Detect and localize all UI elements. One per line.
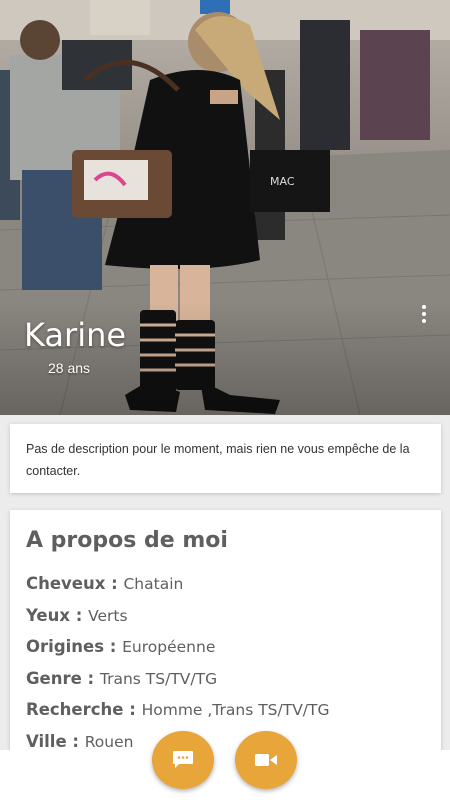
about-row-seeking: Recherche : Homme ,Trans TS/TV/TG [26,695,425,727]
about-key: Recherche [26,700,124,719]
about-value: Rouen [84,732,134,751]
separator: : [104,637,123,656]
separator: : [66,731,85,751]
dot [422,312,426,316]
chat-button[interactable] [152,731,214,789]
separator: : [81,668,100,688]
more-vertical-icon[interactable] [414,302,434,326]
profile-photo: MAC Karine 28 ans [0,0,450,415]
about-value: Européenne [122,638,216,656]
about-key: Genre [26,668,82,688]
profile-age: 28 ans [48,360,91,376]
about-key: Ville [26,731,67,751]
about-value: Homme ,Trans TS/TV/TG [141,701,330,719]
video-call-button[interactable] [235,731,297,789]
about-row-origins: Origines : Européenne [26,632,425,664]
about-value: Trans TS/TV/TG [99,669,218,688]
dot [422,305,426,309]
dot [422,319,426,323]
about-row-hair: Cheveux : Chatain [26,569,425,601]
about-value: Chatain [123,575,184,593]
bag-text: MAC [270,175,295,188]
profile-name: Karine [24,316,127,354]
about-key: Cheveux [26,574,106,593]
separator: : [70,605,89,625]
separator: : [105,574,124,593]
about-key: Origines [26,637,105,656]
about-row-gender: Genre : Trans TS/TV/TG [26,664,425,696]
about-value: Verts [88,606,128,625]
about-key: Yeux [26,605,71,625]
bottom-bar [0,750,450,800]
chat-icon [173,751,193,768]
description-card: Pas de description pour le moment, mais … [10,424,441,493]
description-text: Pas de description pour le moment, mais … [26,442,410,478]
video-camera-icon [255,754,277,766]
about-title: A propos de moi [26,528,228,553]
about-row-eyes: Yeux : Verts [26,601,425,633]
separator: : [123,700,142,719]
